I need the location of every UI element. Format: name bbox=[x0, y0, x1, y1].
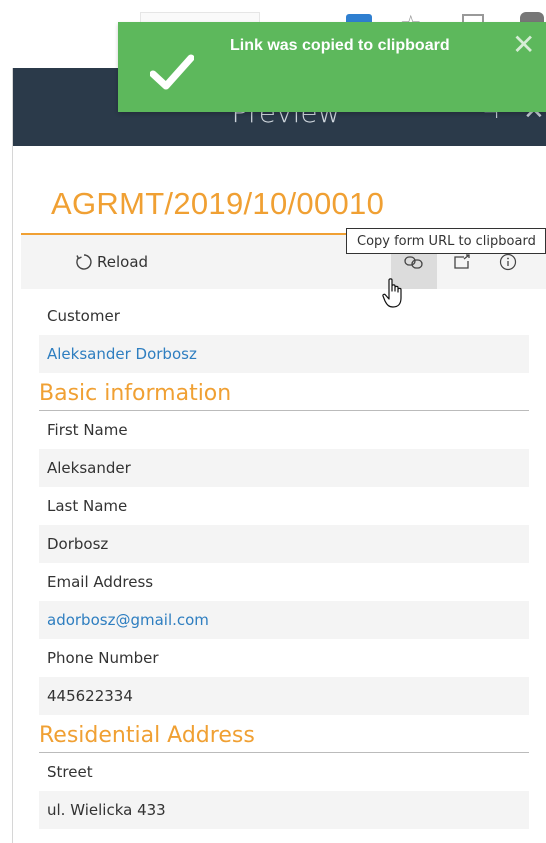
reload-button[interactable]: Reload bbox=[75, 253, 148, 271]
app-root: ☆ Preview ⊣ ✕ AGRMT/2019/10/00010 Reload bbox=[0, 0, 546, 843]
info-icon bbox=[499, 253, 517, 271]
form-fields: Customer Aleksander Dorbosz Basic inform… bbox=[39, 297, 529, 829]
hand-cursor-icon bbox=[382, 278, 402, 308]
check-icon bbox=[150, 54, 194, 90]
toast-message: Link was copied to clipboard bbox=[230, 37, 450, 54]
clipboard-toast: Link was copied to clipboard ✕ bbox=[118, 22, 546, 112]
copy-url-tooltip: Copy form URL to clipboard bbox=[346, 228, 546, 254]
customer-label: Customer bbox=[47, 307, 120, 325]
form-title: AGRMT/2019/10/00010 bbox=[51, 186, 385, 221]
street-value: ul. Wielicka 433 bbox=[39, 791, 529, 829]
link-icon bbox=[404, 256, 423, 269]
phone-value: 445622334 bbox=[39, 677, 529, 715]
first-name-label: First Name bbox=[47, 421, 128, 439]
phone-label: Phone Number bbox=[47, 649, 159, 667]
section-basic-information: Basic information bbox=[39, 373, 529, 411]
street-label: Street bbox=[47, 763, 93, 781]
reload-icon bbox=[76, 254, 92, 270]
open-external-icon bbox=[454, 254, 470, 269]
first-name-value: Aleksander bbox=[39, 449, 529, 487]
reload-label: Reload bbox=[97, 253, 149, 271]
section-residential-address: Residential Address bbox=[39, 715, 529, 753]
last-name-value: Dorbosz bbox=[39, 525, 529, 563]
preview-panel: Preview ⊣ ✕ AGRMT/2019/10/00010 Reload bbox=[12, 68, 546, 843]
email-label: Email Address bbox=[47, 573, 154, 591]
last-name-label: Last Name bbox=[47, 497, 128, 515]
customer-value-link[interactable]: Aleksander Dorbosz bbox=[39, 335, 529, 373]
toast-close-icon[interactable]: ✕ bbox=[512, 28, 535, 61]
email-value-link[interactable]: adorbosz@gmail.com bbox=[39, 601, 529, 639]
